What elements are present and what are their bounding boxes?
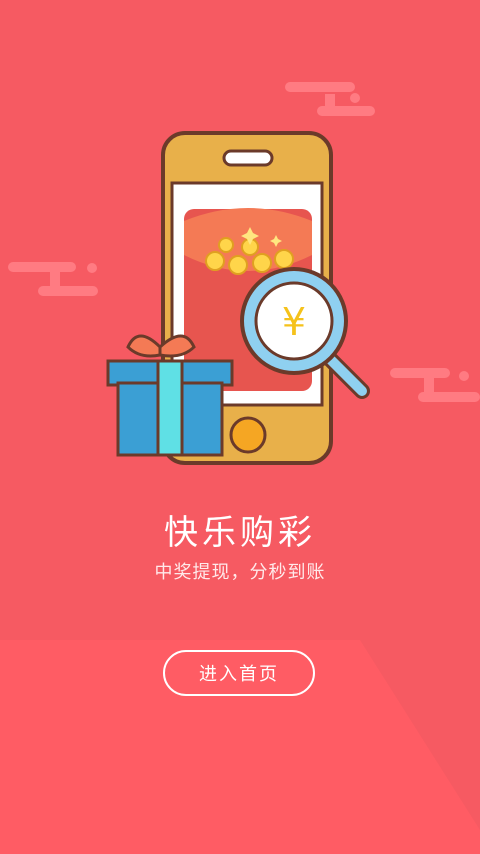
cloud-decoration [8, 262, 98, 296]
splash-screen: ¥ 快乐购彩 中奖提现，分秒到账 进入首页 [0, 0, 480, 854]
enter-home-button[interactable]: 进入首页 [163, 650, 315, 696]
page-subtitle: 中奖提现，分秒到账 [154, 562, 326, 583]
currency-symbol: ¥ [282, 300, 306, 344]
cloud-decoration [285, 82, 375, 116]
page-title: 快乐购彩 [164, 513, 316, 553]
cloud-decoration [390, 368, 480, 402]
phone-illustration: ¥ [106, 131, 370, 465]
